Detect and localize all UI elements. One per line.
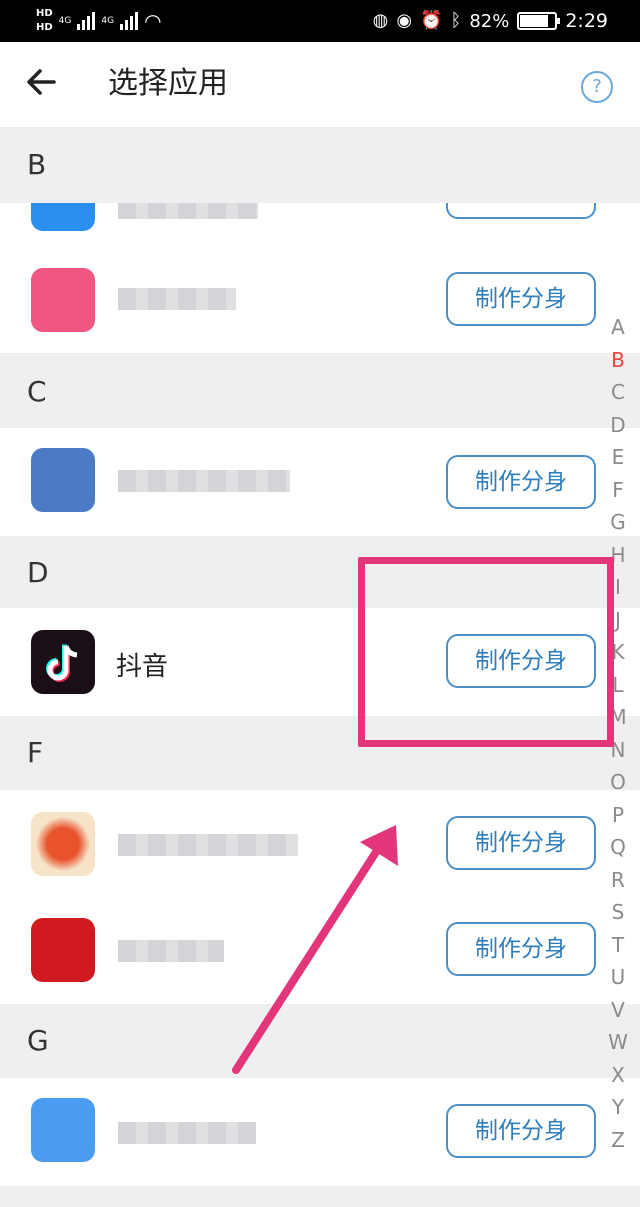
annotation-arrow <box>232 825 398 1074</box>
